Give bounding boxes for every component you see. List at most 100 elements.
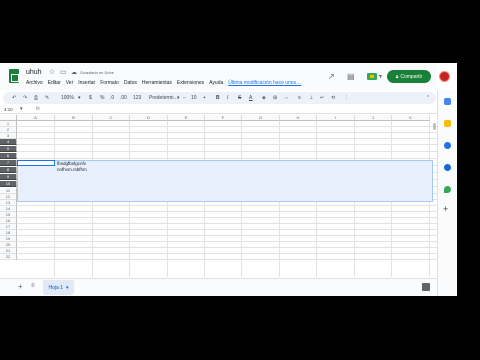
column-header-g[interactable]: G <box>242 115 280 121</box>
menu-data[interactable]: Datos <box>124 80 137 86</box>
row-gridline <box>17 144 437 145</box>
column-header-k[interactable]: K <box>392 115 430 121</box>
wrap-icon[interactable]: ↵ <box>320 95 324 101</box>
sheet-bar: + ≡ Hoja 1 ▾ <box>0 278 437 296</box>
valign-icon[interactable]: ⊥ <box>309 95 313 101</box>
sheet-tab-label: Hoja 1 <box>48 284 63 291</box>
borders-icon[interactable]: ⊞ <box>273 95 277 101</box>
merge-icon[interactable]: ⇔ <box>284 95 289 101</box>
comment-icon[interactable]: ▤ <box>347 72 355 81</box>
row-gridline <box>17 223 437 224</box>
menu-file[interactable]: Archivo <box>26 80 43 86</box>
row-gridline <box>17 138 437 139</box>
star-icon[interactable]: ☆ <box>49 68 55 76</box>
rotate-icon[interactable]: ⟲ <box>331 95 335 101</box>
explore-icon[interactable] <box>422 283 430 291</box>
avatar[interactable] <box>439 71 450 82</box>
share-button[interactable]: 🔒︎ Compartir <box>387 70 431 83</box>
sheets-logo-icon[interactable] <box>9 69 19 83</box>
formula-bar: 4:10 ▾ fx <box>0 105 437 114</box>
collapse-toolbar-icon[interactable]: ⌃ <box>426 95 430 101</box>
keep-icon[interactable] <box>444 120 451 127</box>
chevron-down-icon[interactable]: ▾ <box>379 73 382 80</box>
vertical-scrollbar[interactable] <box>433 123 436 130</box>
column-header-a[interactable]: A <box>17 115 55 121</box>
active-cell[interactable] <box>17 160 55 166</box>
font-size-input[interactable]: 10 <box>191 95 197 101</box>
column-header-f[interactable]: F <box>205 115 242 121</box>
move-icon[interactable]: ▭ <box>60 68 67 76</box>
percent-button[interactable]: % <box>100 95 104 101</box>
menu-insert[interactable]: Insertar <box>78 80 95 86</box>
zoom-select[interactable]: 100% <box>61 95 74 101</box>
row-gridline <box>17 241 437 242</box>
row-header-9[interactable]: 9 <box>0 174 17 180</box>
row-header-5[interactable]: 5 <box>0 146 17 152</box>
redo-icon[interactable]: ↷ <box>23 95 27 101</box>
font-size-decrease-icon[interactable]: − <box>183 95 186 101</box>
menu-format[interactable]: Formato <box>100 80 119 86</box>
menu-view[interactable]: Ver <box>66 80 74 86</box>
menu-tools[interactable]: Herramientas <box>142 80 172 86</box>
menu-edit[interactable]: Editar <box>48 80 61 86</box>
row-gridline <box>17 126 437 127</box>
font-size-increase-icon[interactable]: + <box>203 95 206 101</box>
row-header-8[interactable]: 8 <box>0 167 17 173</box>
column-header-h[interactable]: H <box>280 115 317 121</box>
add-sheet-icon[interactable]: + <box>18 282 23 291</box>
sheet-tab[interactable]: Hoja 1 ▾ <box>43 280 74 295</box>
chevron-down-icon[interactable]: ▾ <box>78 95 81 101</box>
column-header-i[interactable]: I <box>317 115 355 121</box>
cloud-icon[interactable]: ☁ <box>71 69 77 76</box>
column-header-j[interactable]: J <box>355 115 392 121</box>
maps-icon[interactable] <box>444 186 451 193</box>
font-select[interactable]: Predetermi... <box>149 95 178 101</box>
row-gridline <box>17 259 437 260</box>
menu-extensions[interactable]: Extensiones <box>177 80 204 86</box>
text-color-button[interactable]: A <box>249 95 252 101</box>
print-icon[interactable]: ⎙ <box>34 95 38 101</box>
bold-button[interactable]: B <box>216 95 220 101</box>
row-header-6[interactable]: 6 <box>0 153 17 159</box>
undo-icon[interactable]: ↶ <box>12 95 16 101</box>
row-header-7[interactable]: 7 <box>0 160 17 166</box>
strikethrough-button[interactable]: S <box>238 95 241 101</box>
row-gridline <box>17 235 437 236</box>
meet-icon[interactable] <box>367 73 377 80</box>
row-gridline <box>17 217 437 218</box>
last-edit-link[interactable]: Última modificación hace unos… <box>228 80 301 86</box>
row-header-22[interactable]: 22 <box>0 254 17 260</box>
contacts-icon[interactable] <box>444 164 451 171</box>
spreadsheet-grid[interactable]: fbsdgfbsfgcnfv nnfhvm.rsbfhm ABCDEFGHIJK… <box>0 115 437 277</box>
increase-decimal-button[interactable]: .00 <box>120 95 127 101</box>
lock-icon: 🔒︎ <box>395 73 399 80</box>
menu-help[interactable]: Ayuda <box>209 80 223 86</box>
chevron-down-icon[interactable]: ▾ <box>66 285 69 291</box>
italic-button[interactable]: I <box>227 95 228 101</box>
tasks-icon[interactable] <box>444 142 451 149</box>
trend-icon[interactable]: ↗ <box>328 72 335 81</box>
number-format-button[interactable]: 123 <box>133 95 141 101</box>
row-gridline <box>17 132 437 133</box>
row-gridline <box>17 158 437 159</box>
name-box[interactable]: 4:10 <box>4 107 13 112</box>
align-left-icon[interactable]: ≡ <box>298 95 301 101</box>
document-title[interactable]: uhuh <box>26 69 42 76</box>
row-header-10[interactable]: 10 <box>0 181 17 187</box>
fill-color-icon[interactable]: ◈ <box>262 95 266 101</box>
currency-button[interactable]: $ <box>89 95 92 101</box>
row-header-4[interactable]: 4 <box>0 139 17 145</box>
column-header-c[interactable]: C <box>93 115 130 121</box>
decrease-decimal-button[interactable]: .0 <box>110 95 114 101</box>
chevron-down-icon[interactable]: ▾ <box>20 106 23 112</box>
column-header-e[interactable]: E <box>168 115 205 121</box>
plus-icon[interactable]: + <box>443 204 448 214</box>
calendar-icon[interactable] <box>444 98 451 105</box>
column-header-d[interactable]: D <box>130 115 168 121</box>
paint-format-icon[interactable]: ✎ <box>45 95 49 101</box>
column-header-b[interactable]: B <box>55 115 93 121</box>
all-sheets-icon[interactable]: ≡ <box>31 283 35 289</box>
side-panel: + <box>437 90 457 296</box>
chevron-down-icon[interactable]: ▾ <box>177 95 180 101</box>
more-icon[interactable]: ⋮ <box>344 95 349 101</box>
